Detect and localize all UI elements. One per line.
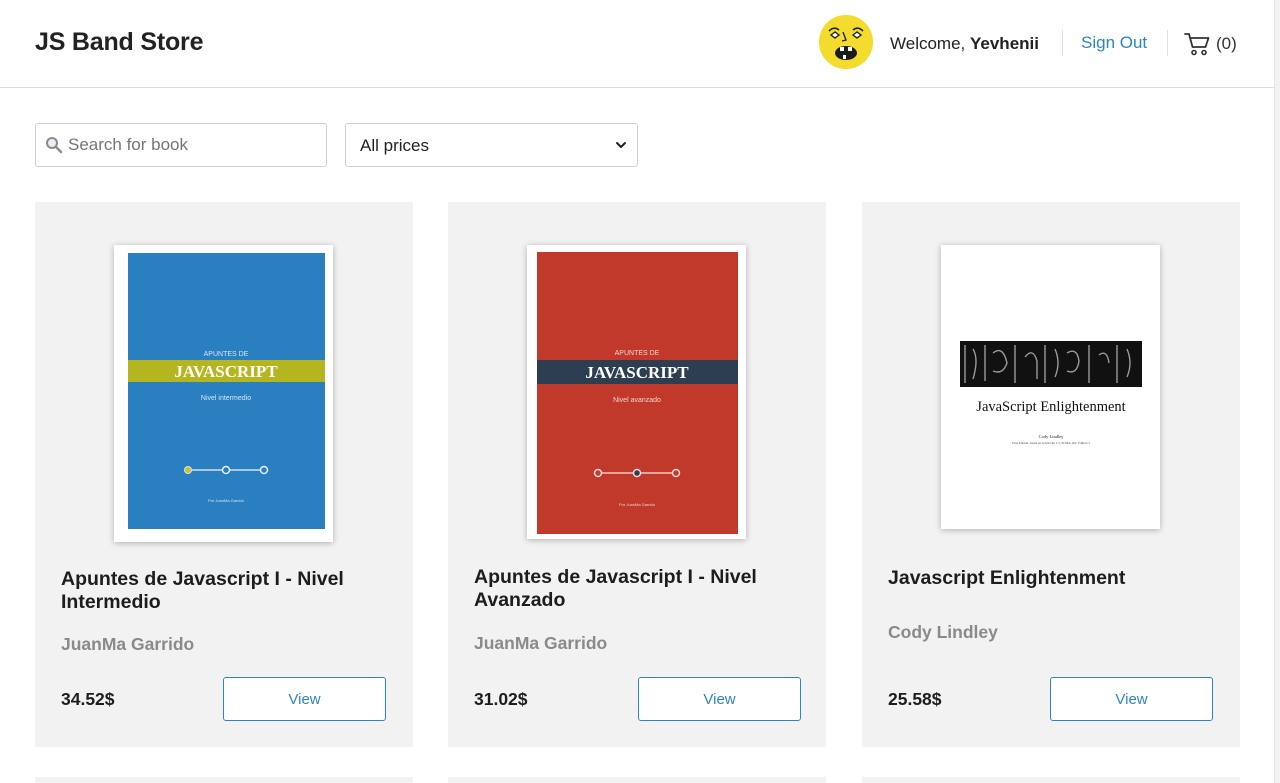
avatar-face-icon [819,15,873,69]
top-header: JS Band Store Welcome, Yevhenii Sign Out… [0,0,1274,88]
price-filter-select[interactable]: All prices [345,123,638,167]
cart-button[interactable]: (0) [1184,31,1237,57]
book-cover[interactable]: APUNTES DE JAVASCRIPT Nivel avanzado Por… [527,245,746,539]
username: Yevhenii [970,34,1039,53]
search-box[interactable] [35,123,327,167]
chevron-down-icon [616,142,626,148]
book-cover-image: APUNTES DE JAVASCRIPT Nivel avanzado Por… [527,245,746,539]
book-card: APUNTES DE JAVASCRIPT Nivel avanzado Por… [448,202,826,747]
book-price: 31.02$ [474,689,528,709]
book-author: JuanMa Garrido [474,633,608,653]
book-cover[interactable]: APUNTES DE JAVASCRIPT Nivel intermedio P… [114,245,333,542]
book-cover-image: JavaScript Enlightenment Cody Lindley Fi… [941,245,1160,529]
cover-sub: Nivel intermedio [201,395,251,402]
book-card-partial [35,777,413,783]
header-divider [1062,30,1063,56]
view-button[interactable]: View [638,677,801,721]
header-divider [1167,30,1168,56]
cover-by: Cody Lindley [1039,434,1065,439]
welcome-prefix: Welcome, [890,34,970,53]
view-button[interactable]: View [1050,677,1213,721]
cover-sub: Nivel avanzado [613,397,661,404]
view-button[interactable]: View [223,677,386,721]
book-card-partial [448,777,826,783]
search-input[interactable] [68,124,318,166]
book-author: Cody Lindley [888,622,998,642]
welcome-text: Welcome, Yevhenii [890,34,1039,54]
page-scrollbar[interactable] [1274,0,1280,783]
cover-by: Por JuanMa Garrido [208,498,245,503]
cart-icon [1184,33,1210,56]
cart-count: (0) [1216,34,1237,53]
book-price: 34.52$ [61,689,115,709]
cover-pre: APUNTES DE [204,351,249,358]
magnifier-icon [46,137,63,154]
cover-by: Por JuanMa Garrido [619,502,656,507]
cover-main: JAVASCRIPT [585,363,689,382]
book-cover-image: APUNTES DE JAVASCRIPT Nivel intermedio P… [114,245,333,542]
book-cover[interactable]: JavaScript Enlightenment Cody Lindley Fi… [941,245,1160,529]
brand-title[interactable]: JS Band Store [35,28,203,57]
book-price: 25.58$ [888,689,942,709]
book-title[interactable]: Apuntes de Javascript I - Nivel Avanzado [474,566,804,612]
cover-main: JAVASCRIPT [174,362,278,381]
cover-main: JavaScript Enlightenment [976,399,1125,415]
book-title[interactable]: Apuntes de Javascript I - Nivel Intermed… [61,568,391,614]
price-filter-value: All prices [360,136,429,155]
user-avatar[interactable] [819,15,873,69]
book-card: APUNTES DE JAVASCRIPT Nivel intermedio P… [35,202,413,747]
book-card: JavaScript Enlightenment Cody Lindley Fi… [862,202,1240,747]
book-card-partial [862,777,1240,783]
cover-pre: APUNTES DE [615,350,660,357]
book-author: JuanMa Garrido [61,634,195,654]
book-title[interactable]: Javascript Enlightenment [888,567,1218,590]
sign-out-link[interactable]: Sign Out [1081,33,1147,53]
